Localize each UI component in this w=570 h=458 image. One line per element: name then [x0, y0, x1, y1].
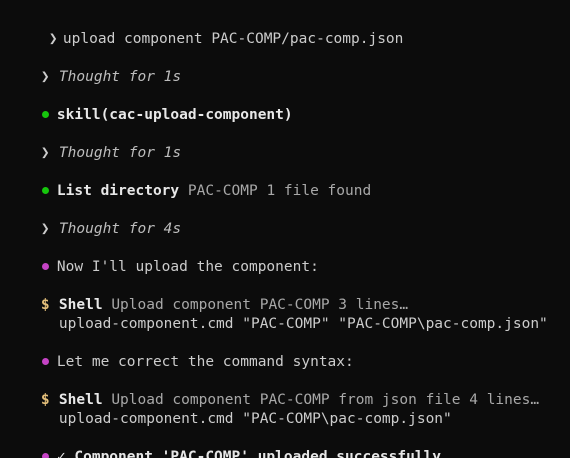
shell-line-1[interactable]: $ Shell Upload component PAC-COMP 3 lines…: [6, 277, 408, 313]
assistant-message-2: Let me correct the command syntax:: [6, 334, 354, 370]
green-status-dot-icon: [41, 187, 49, 194]
result-text: ✓ Component 'PAC-COMP' uploaded successf…: [56, 449, 450, 458]
magenta-status-dot-icon: [41, 263, 49, 270]
prompt-command: upload component PAC-COMP/pac-comp.json: [62, 31, 404, 47]
skill-line: skill(cac-upload-component): [6, 87, 293, 123]
message-text: Now I'll upload the component:: [56, 259, 319, 275]
chevron-right-icon: ❯: [40, 221, 50, 237]
shell-command-1: upload-component.cmd "PAC-COMP" "PAC-COM…: [6, 296, 548, 332]
prompt-line: ❯ upload component PAC-COMP/pac-comp.json: [6, 11, 403, 47]
prompt-chevron-icon: ❯: [48, 31, 58, 47]
shell-line-2[interactable]: $ Shell Upload component PAC-COMP from js…: [6, 372, 539, 408]
shell-command-2: upload-component.cmd "PAC-COMP\pac-comp.…: [6, 391, 452, 427]
message-text: Let me correct the command syntax:: [56, 354, 354, 370]
terminal-window[interactable]: ❯ upload component PAC-COMP/pac-comp.json…: [0, 0, 570, 458]
tool-name: List directory: [56, 183, 180, 199]
chevron-right-icon: ❯: [40, 145, 50, 161]
thought-text: Thought for 4s: [58, 221, 182, 237]
thought-line-1[interactable]: ❯ Thought for 1s: [6, 49, 181, 85]
magenta-status-dot-icon: [41, 358, 49, 365]
command-text: upload-component.cmd "PAC-COMP\pac-comp.…: [58, 411, 452, 427]
list-directory-line[interactable]: List directory PAC-COMP 1 file found: [6, 163, 371, 199]
thought-line-2[interactable]: ❯ Thought for 1s: [6, 125, 181, 161]
thought-text: Thought for 1s: [58, 69, 182, 85]
result-line: ✓ Component 'PAC-COMP' uploaded successf…: [6, 429, 450, 458]
skill-name: skill(cac-upload-component): [56, 107, 293, 123]
tool-detail: PAC-COMP 1 file found: [187, 183, 372, 199]
command-text: upload-component.cmd "PAC-COMP" "PAC-COM…: [58, 316, 548, 332]
thought-text: Thought for 1s: [58, 145, 182, 161]
assistant-message-1: Now I'll upload the component:: [6, 239, 319, 275]
green-status-dot-icon: [41, 111, 49, 118]
magenta-status-dot-icon: [41, 453, 49, 458]
chevron-right-icon: ❯: [40, 69, 50, 85]
thought-line-3[interactable]: ❯ Thought for 4s: [6, 201, 181, 237]
